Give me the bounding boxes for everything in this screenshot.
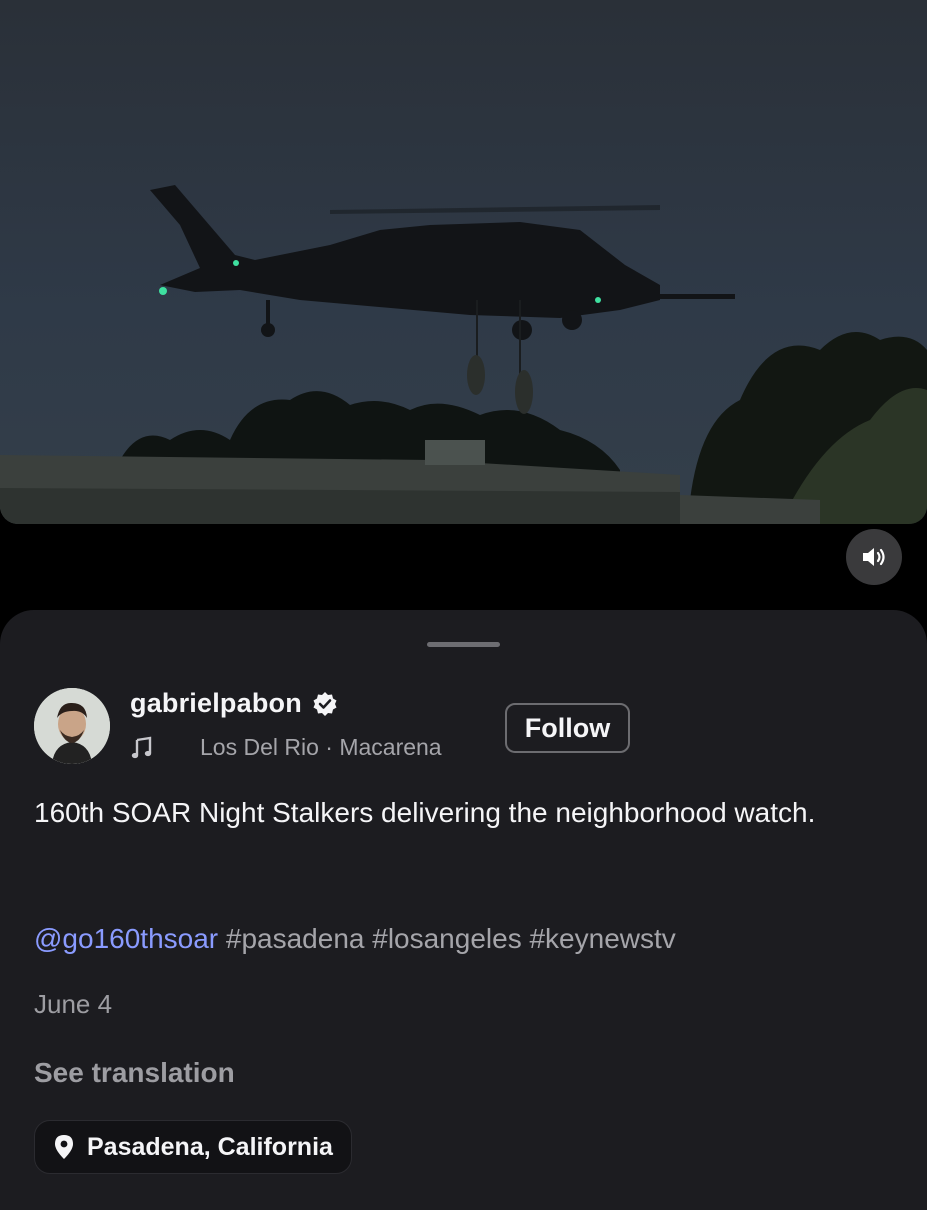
mute-toggle-button[interactable]: [846, 529, 902, 585]
post-caption: 160th SOAR Night Stalkers delivering the…: [34, 797, 816, 828]
music-track-label: Los Del Rio · Macarena: [200, 734, 442, 760]
location-label: Pasadena, California: [87, 1132, 333, 1161]
username-row: gabrielpabon: [130, 688, 338, 719]
post-tags: @go160thsoar #pasadena #losangeles #keyn…: [34, 920, 676, 957]
post-details-sheet: gabrielpabon Los Del Rio · Macarena Foll…: [0, 610, 927, 1210]
music-note-icon: [131, 736, 152, 758]
speaker-icon: [863, 548, 885, 566]
post-date: June 4: [34, 989, 113, 1019]
hashtag-links[interactable]: #pasadena #losangeles #keynewstv: [226, 923, 676, 954]
follow-button[interactable]: Follow: [505, 703, 630, 753]
video-player[interactable]: [0, 0, 927, 524]
verified-badge-icon: [313, 691, 337, 716]
mention-link[interactable]: @go160thsoar: [34, 923, 218, 954]
video-frame: [0, 0, 927, 524]
profile-photo: [34, 688, 110, 764]
location-pin-icon: [55, 1135, 73, 1159]
sheet-grabber-handle[interactable]: [427, 642, 500, 647]
music-track[interactable]: Los Del Rio · Macarena: [130, 734, 476, 761]
see-translation-link[interactable]: See translation: [34, 1057, 235, 1089]
location-tag[interactable]: Pasadena, California: [34, 1120, 352, 1174]
username[interactable]: gabrielpabon: [130, 688, 302, 719]
avatar[interactable]: [34, 688, 110, 764]
